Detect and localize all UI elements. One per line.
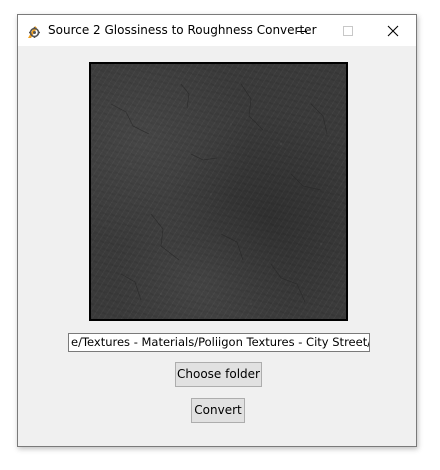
app-icon (26, 24, 42, 38)
texture-preview-image (89, 62, 348, 321)
texture-cracks (105, 83, 328, 306)
close-button[interactable] (370, 15, 416, 46)
window-title: Source 2 Glossiness to Roughness Convert… (48, 23, 317, 37)
folder-path-field[interactable]: e/Textures - Materials/Poliigon Textures… (68, 333, 370, 352)
convert-button[interactable]: Convert (191, 398, 245, 423)
maximize-icon (343, 26, 353, 36)
maximize-button[interactable] (325, 15, 371, 46)
close-icon (387, 25, 399, 37)
choose-folder-button[interactable]: Choose folder (175, 362, 262, 387)
title-bar[interactable]: Source 2 Glossiness to Roughness Convert… (18, 15, 416, 46)
minimize-button[interactable] (279, 15, 325, 46)
app-window: Source 2 Glossiness to Roughness Convert… (17, 14, 417, 447)
minimize-icon (297, 31, 307, 32)
